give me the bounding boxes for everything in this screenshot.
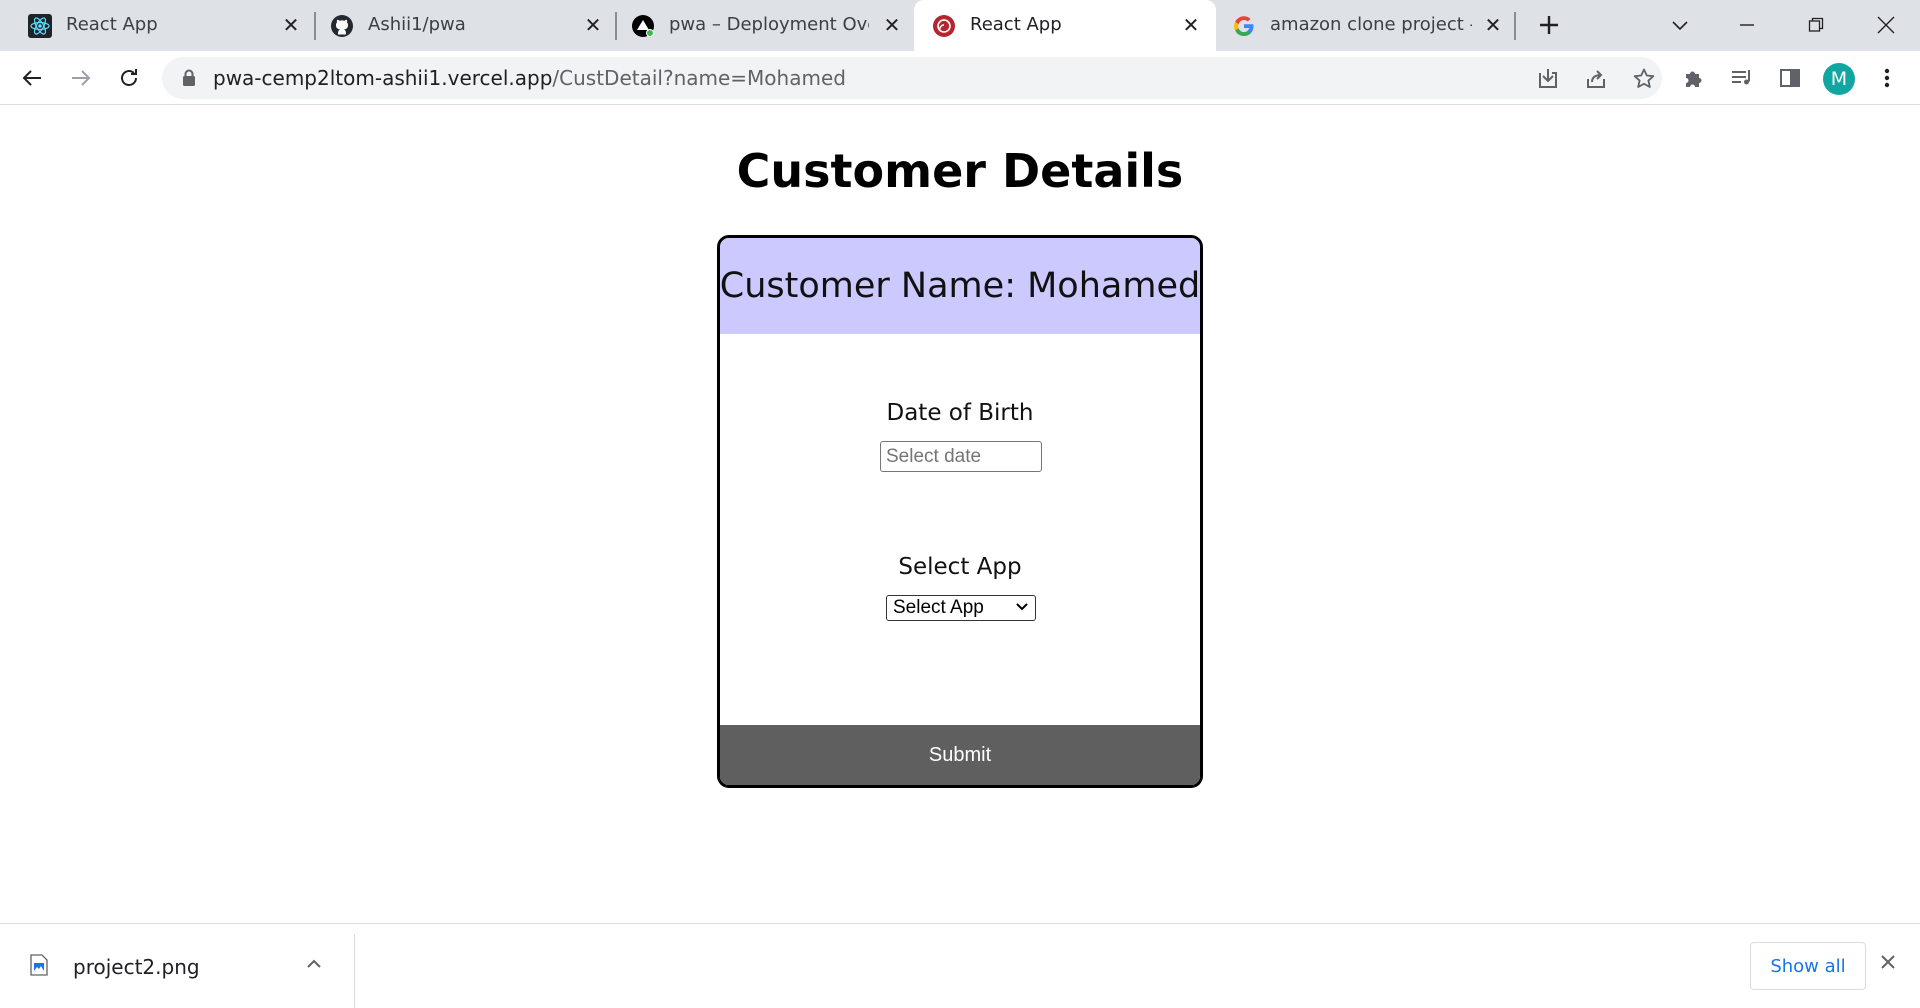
dob-label: Date of Birth (886, 400, 1034, 426)
tab-title: React App (970, 14, 1062, 35)
profile-avatar[interactable]: M (1823, 63, 1855, 95)
vercel-icon (631, 14, 655, 38)
customer-name-label: Customer Name: Mohamed (719, 266, 1201, 306)
browser-toolbar: pwa-cemp2ltom-ashii1.vercel.app/CustDeta… (0, 51, 1920, 105)
tab-strip: React App ✕ Ashii1/pwa ✕ pwa – Deploymen… (0, 0, 1920, 51)
close-tab-icon[interactable]: ✕ (1482, 13, 1504, 37)
bookmark-star-icon[interactable] (1631, 66, 1657, 92)
select-app-label: Select App (898, 554, 1022, 580)
minimize-icon[interactable] (1727, 8, 1767, 42)
customer-card: Customer Name: Mohamed Date of Birth Sel… (717, 235, 1203, 788)
tab-title: pwa – Deployment Overv (669, 14, 869, 35)
react-icon (28, 14, 52, 38)
tab-google[interactable]: amazon clone project - G ✕ (1218, 0, 1514, 51)
url-path: /CustDetail?name=Mohamed (552, 66, 846, 90)
download-item[interactable]: project2.png (0, 924, 355, 1008)
chevron-up-icon[interactable] (306, 956, 322, 976)
tab-title: React App (66, 14, 158, 35)
page-viewport: Customer Details Customer Name: Mohamed … (0, 106, 1920, 923)
github-icon (330, 14, 354, 38)
app-select[interactable]: Select App (886, 595, 1036, 621)
tab-title: amazon clone project - G (1270, 14, 1472, 35)
url-text[interactable]: pwa-cemp2ltom-ashii1.vercel.app/CustDeta… (213, 67, 846, 89)
close-tab-icon[interactable]: ✕ (280, 13, 302, 37)
install-app-icon[interactable] (1535, 66, 1561, 92)
url-host: pwa-cemp2ltom-ashii1.vercel.app (213, 66, 553, 90)
reload-icon[interactable] (112, 61, 146, 95)
tab-github[interactable]: Ashii1/pwa ✕ (316, 0, 616, 51)
close-tab-icon[interactable]: ✕ (582, 13, 604, 37)
dob-input[interactable] (880, 441, 1042, 472)
window-close-icon[interactable] (1866, 8, 1906, 42)
tab-search-chevron-icon[interactable] (1660, 8, 1700, 42)
restore-icon[interactable] (1796, 8, 1836, 42)
show-all-button[interactable]: Show all (1750, 942, 1866, 990)
shelf-divider (354, 934, 355, 1008)
submit-button[interactable]: Submit (720, 725, 1200, 785)
download-shelf: project2.png Show all (0, 923, 1920, 1008)
tab-react-app-active[interactable]: React App ✕ (914, 0, 1216, 51)
tab-title: Ashii1/pwa (368, 14, 466, 35)
lock-icon[interactable] (182, 69, 196, 91)
google-icon (1232, 14, 1256, 38)
card-header: Customer Name: Mohamed (720, 238, 1200, 334)
tab-react-app-1[interactable]: React App ✕ (0, 0, 306, 51)
new-tab-plus-icon[interactable] (1534, 10, 1564, 40)
back-arrow-icon[interactable] (15, 61, 49, 95)
more-menu-icon[interactable] (1873, 64, 1901, 92)
close-tab-icon[interactable]: ✕ (1180, 13, 1202, 37)
extensions-puzzle-icon[interactable] (1680, 64, 1708, 92)
download-file-name: project2.png (73, 955, 200, 979)
address-bar[interactable]: pwa-cemp2ltom-ashii1.vercel.app/CustDeta… (162, 57, 1662, 99)
side-panel-icon[interactable] (1776, 64, 1804, 92)
image-file-icon (30, 954, 48, 980)
close-shelf-icon[interactable] (1880, 954, 1896, 974)
share-icon[interactable] (1583, 66, 1609, 92)
tab-separator (1514, 12, 1516, 40)
redux-icon (932, 14, 956, 38)
tab-vercel[interactable]: pwa – Deployment Overv ✕ (617, 0, 913, 51)
forward-arrow-icon[interactable] (64, 61, 98, 95)
media-queue-icon[interactable] (1728, 64, 1756, 92)
app-select-value: Select App (893, 597, 984, 618)
close-tab-icon[interactable]: ✕ (881, 13, 903, 37)
page-title: Customer Details (736, 144, 1184, 198)
chevron-down-icon (1015, 599, 1029, 621)
